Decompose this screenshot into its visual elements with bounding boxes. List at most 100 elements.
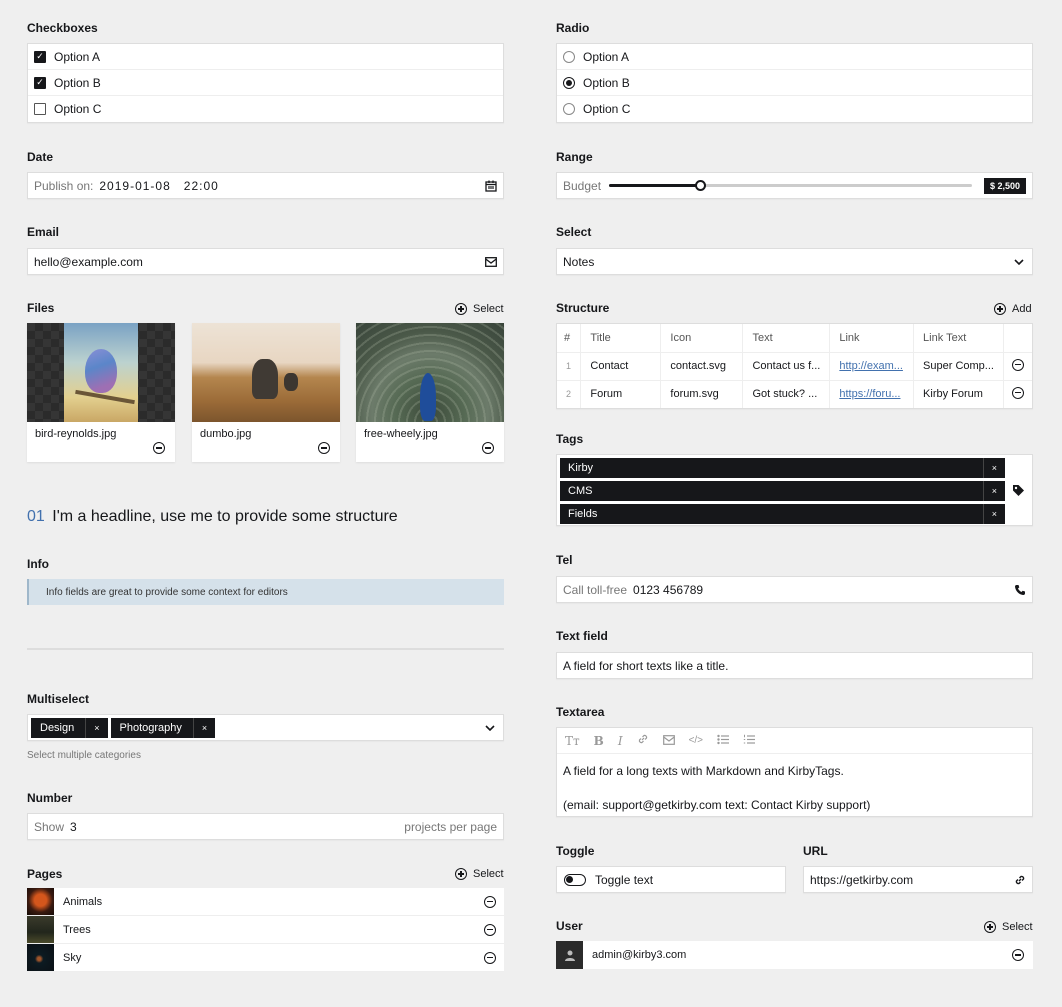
tel-label: Tel <box>556 553 573 567</box>
chevron-down-icon[interactable] <box>1014 258 1024 265</box>
select-label: Select <box>556 225 592 239</box>
files-select-button[interactable]: Select <box>455 303 504 315</box>
code-icon[interactable]: </> <box>689 735 703 746</box>
list-item[interactable]: Animals <box>27 888 504 916</box>
radio-option-c[interactable]: Option C <box>557 96 1032 122</box>
structure-label: Structure <box>556 301 610 315</box>
checkbox-option-b[interactable]: ✓ Option B <box>28 70 503 96</box>
remove-icon[interactable] <box>1012 386 1024 399</box>
textfield-label: Text field <box>556 629 608 643</box>
multiselect-field[interactable]: Design × Photography × <box>27 714 504 741</box>
remove-tag-icon[interactable]: × <box>192 717 215 738</box>
italic-icon[interactable]: I <box>618 734 623 748</box>
bold-icon[interactable]: B <box>594 734 604 748</box>
remove-icon[interactable] <box>484 951 496 964</box>
bullet-list-icon[interactable] <box>717 734 730 748</box>
tag[interactable]: Kirby × <box>560 458 1005 478</box>
remove-tag-icon[interactable]: × <box>982 504 1005 524</box>
range-thumb[interactable] <box>694 180 706 191</box>
table-row[interactable]: 1 Contact contact.svg Contact us f... ht… <box>557 352 1032 381</box>
structure-add-button[interactable]: Add <box>994 303 1032 315</box>
remove-icon[interactable] <box>318 442 330 454</box>
checkbox-unchecked-icon[interactable] <box>34 103 46 115</box>
add-icon <box>455 868 467 880</box>
headings-icon[interactable]: Tт <box>565 734 580 748</box>
tag[interactable]: CMS × <box>560 481 1005 501</box>
email-icon[interactable] <box>662 734 675 748</box>
add-icon <box>984 921 996 933</box>
multiselect-tag[interactable]: Photography × <box>110 717 216 738</box>
radio-option-a[interactable]: Option A <box>557 44 1032 70</box>
checkbox-group: ✓ Option A ✓ Option B Option C <box>27 43 504 123</box>
file-thumbnail <box>192 323 340 422</box>
phone-icon <box>1014 584 1026 596</box>
textarea-content[interactable]: A field for a long texts with Markdown a… <box>557 754 1032 814</box>
number-field[interactable]: Show 3 projects per page <box>27 813 504 840</box>
radio-unselected-icon[interactable] <box>563 50 575 63</box>
tel-field[interactable]: Call toll-free 0123 456789 <box>556 576 1033 603</box>
remove-icon[interactable] <box>482 442 494 454</box>
remove-tag-icon[interactable]: × <box>982 458 1005 478</box>
link[interactable]: http://exam... <box>839 360 903 372</box>
files-label: Files <box>27 301 55 315</box>
tags-field[interactable]: Kirby × CMS × Fields × <box>556 454 1033 526</box>
ordered-list-icon[interactable] <box>743 734 756 748</box>
file-thumbnail <box>27 323 175 422</box>
checkbox-option-a[interactable]: ✓ Option A <box>28 44 503 70</box>
remove-icon[interactable] <box>153 442 165 454</box>
radio-option-b[interactable]: Option B <box>557 70 1032 96</box>
url-field[interactable]: https://getkirby.com <box>803 866 1033 893</box>
remove-tag-icon[interactable]: × <box>982 481 1005 501</box>
multiselect-label: Multiselect <box>27 692 90 706</box>
range-fill <box>609 184 700 187</box>
pages-select-button[interactable]: Select <box>455 868 504 880</box>
radio-unselected-icon[interactable] <box>563 103 575 115</box>
textarea-field[interactable]: Tт B I </> A field for a long texts with… <box>556 727 1033 817</box>
user-select-button[interactable]: Select <box>984 921 1033 933</box>
remove-icon[interactable] <box>484 895 496 908</box>
toggle-switch[interactable] <box>564 873 586 886</box>
envelope-icon[interactable] <box>485 256 497 267</box>
chevron-down-icon[interactable] <box>485 724 495 731</box>
remove-icon[interactable] <box>1012 358 1024 371</box>
file-card[interactable]: dumbo.jpg <box>192 323 340 462</box>
email-field[interactable]: hello@example.com <box>27 248 504 275</box>
pages-list: Animals Trees Sky <box>27 888 504 972</box>
tags-label: Tags <box>556 432 584 446</box>
checkbox-checked-icon[interactable]: ✓ <box>34 76 46 89</box>
radio-selected-icon[interactable] <box>563 76 575 89</box>
list-item[interactable]: Sky <box>27 944 504 972</box>
date-field[interactable]: Publish on: 2019-01-08 22:00 <box>27 172 504 199</box>
file-name: bird-reynolds.jpg <box>35 428 117 440</box>
tel-value[interactable]: 0123 456789 <box>633 583 703 597</box>
checkbox-option-c[interactable]: Option C <box>28 96 503 122</box>
date-label: Date <box>27 150 54 164</box>
multiselect-tag[interactable]: Design × <box>31 717 108 738</box>
user-item[interactable]: admin@kirby3.com <box>556 941 1033 969</box>
number-value[interactable]: 3 <box>70 820 77 834</box>
range-field: Budget $ 2,500 <box>556 172 1033 199</box>
list-item[interactable]: Trees <box>27 916 504 944</box>
add-icon <box>455 303 467 315</box>
tag[interactable]: Fields × <box>560 504 1005 524</box>
select-dropdown[interactable]: Notes <box>556 248 1033 275</box>
file-card[interactable]: bird-reynolds.jpg <box>27 323 175 462</box>
toggle-field[interactable]: Toggle text <box>556 866 786 893</box>
text-field[interactable]: A field for short texts like a title. <box>556 652 1033 679</box>
remove-icon[interactable] <box>1012 949 1024 961</box>
link[interactable]: https://foru... <box>839 388 900 400</box>
remove-icon[interactable] <box>484 923 496 936</box>
link-icon[interactable] <box>1014 874 1026 886</box>
calendar-icon[interactable] <box>485 180 497 192</box>
file-card[interactable]: free-wheely.jpg <box>356 323 504 462</box>
link-icon[interactable] <box>637 733 649 748</box>
remove-tag-icon[interactable]: × <box>85 717 107 738</box>
range-track[interactable] <box>609 180 973 191</box>
date-value[interactable]: 2019-01-08 <box>99 179 170 193</box>
page-thumbnail <box>27 888 54 915</box>
table-row[interactable]: 2 Forum forum.svg Got stuck? ... https:/… <box>557 380 1032 408</box>
radio-group: Option A Option B Option C <box>556 43 1033 123</box>
checkbox-checked-icon[interactable]: ✓ <box>34 50 46 63</box>
time-value[interactable]: 22:00 <box>184 179 219 193</box>
headline-text: I'm a headline, use me to provide some s… <box>52 508 398 525</box>
